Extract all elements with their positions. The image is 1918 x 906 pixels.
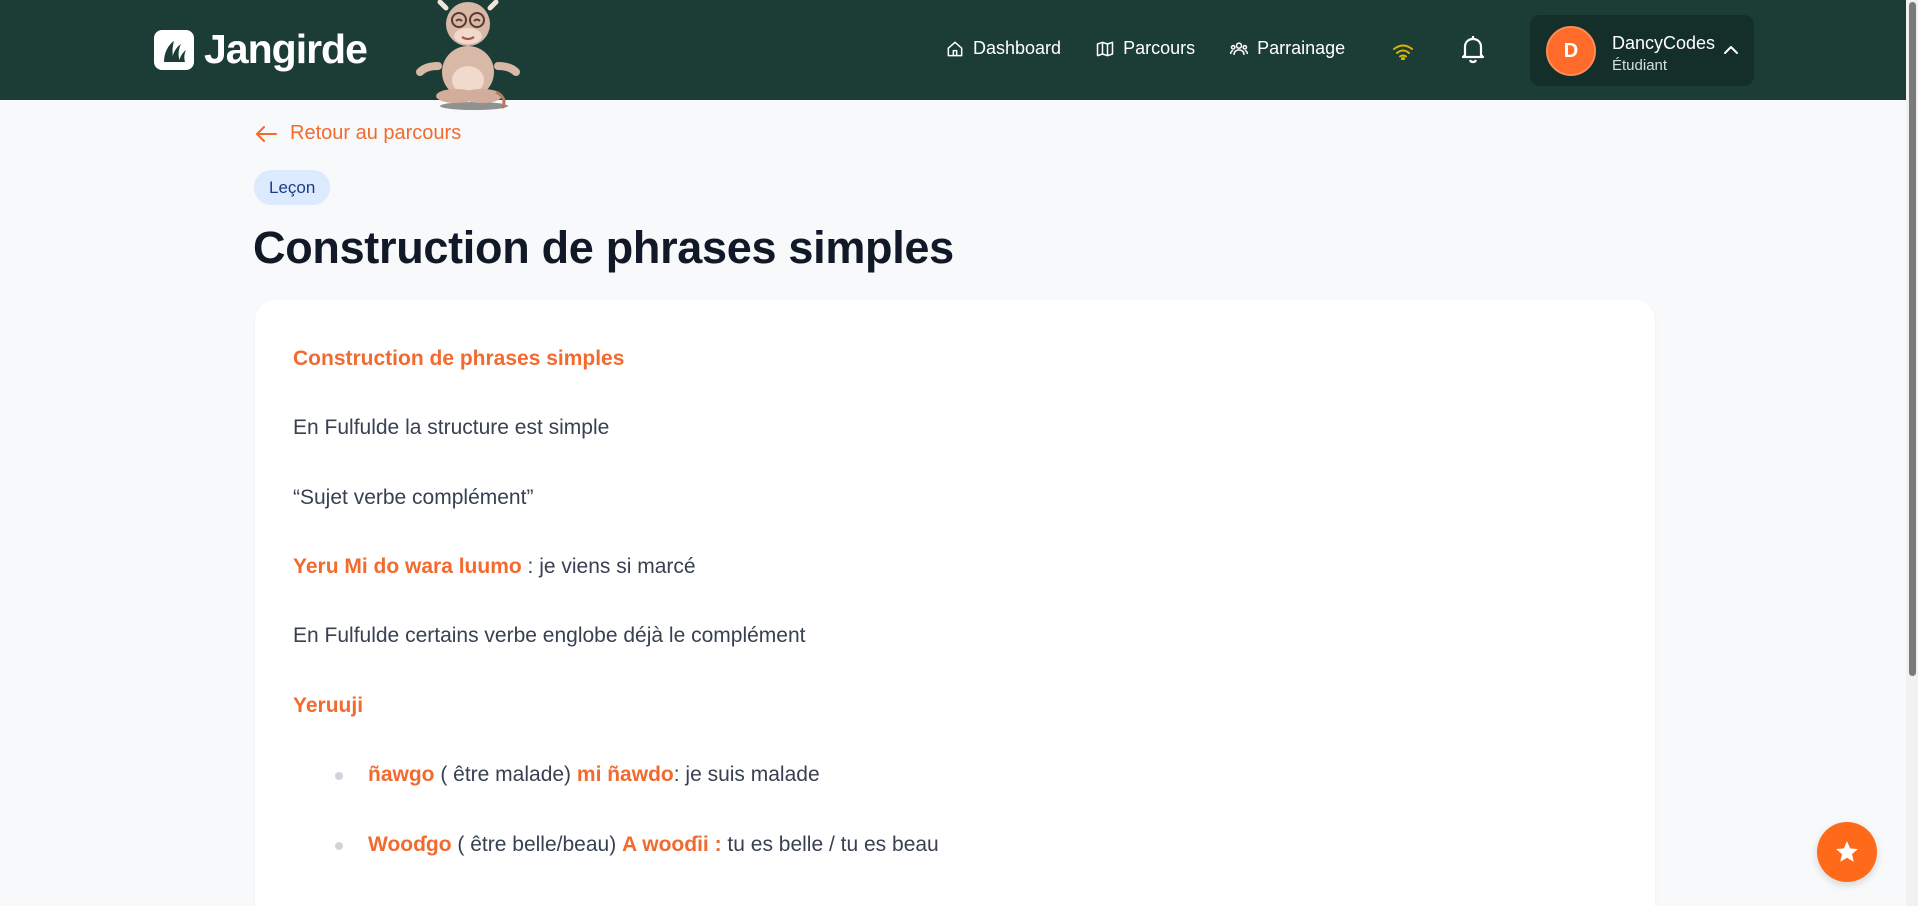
- wifi-signal-icon: [1392, 44, 1414, 65]
- nav-dashboard-label: Dashboard: [973, 38, 1062, 58]
- lesson-heading: Construction de phrases simples: [293, 347, 625, 370]
- list-item: ñawgo ( être malade) mi ñawdo: je suis m…: [368, 763, 820, 787]
- lesson-paragraph: “Sujet verbe complément”: [293, 486, 534, 509]
- map-icon: [1096, 41, 1114, 56]
- example-translation: : je viens si marcé: [521, 555, 696, 578]
- user-role: Étudiant: [1612, 57, 1668, 74]
- favorite-button[interactable]: [1817, 822, 1877, 882]
- lesson-type-badge: Leçon: [254, 170, 331, 205]
- star-icon: [1836, 841, 1858, 862]
- user-menu[interactable]: D DancyCodes Étudiant: [1530, 15, 1754, 86]
- home-icon: [947, 41, 963, 56]
- bullet-icon: [335, 842, 343, 850]
- vocab-example: A wooɗii :: [622, 833, 722, 856]
- chevron-up-icon: [1722, 41, 1740, 64]
- top-navbar: Jangirde Dashboard Parcours Parrainage D…: [0, 0, 1906, 110]
- bell-icon[interactable]: [1459, 34, 1487, 69]
- main-nav: Dashboard Parcours Parrainage: [945, 38, 1345, 59]
- arrow-left-icon: [256, 125, 277, 142]
- leaf-logo-icon: [154, 29, 194, 70]
- lesson-subheading: Yeruuji: [293, 694, 364, 717]
- lesson-paragraph: En Fulfulde la structure est simple: [293, 416, 610, 439]
- user-name: DancyCodes: [1612, 33, 1716, 53]
- vocab-meaning: ( être belle/beau): [451, 833, 623, 856]
- back-link-label: Retour au parcours: [290, 122, 462, 144]
- page-title: Construction de phrases simples: [253, 222, 954, 273]
- nav-parcours-label: Parcours: [1123, 38, 1196, 58]
- vocab-translation: tu es belle / tu es beau: [721, 833, 939, 856]
- back-to-course-link[interactable]: Retour au parcours: [254, 122, 461, 145]
- list-item: Wooɗgo ( être belle/beau) A wooɗii : tu …: [368, 833, 939, 857]
- users-icon: [1230, 41, 1249, 55]
- nav-dashboard[interactable]: Dashboard: [945, 38, 1061, 59]
- avatar: D: [1546, 26, 1596, 76]
- brand-logo[interactable]: Jangirde: [154, 26, 368, 73]
- vocab-example: mi ñawdo: [576, 763, 674, 786]
- example-term: Yeru Mi do wara luumo: [293, 555, 522, 578]
- scrollbar-thumb[interactable]: [1909, 2, 1916, 676]
- vocab-translation: : je suis malade: [673, 763, 820, 786]
- nav-parrainage-label: Parrainage: [1257, 38, 1346, 58]
- vocab-term: ñawgo: [368, 763, 435, 786]
- bullet-icon: [335, 772, 343, 780]
- vocab-meaning: ( être malade): [434, 763, 577, 786]
- vocab-term: Wooɗgo: [368, 833, 452, 856]
- brand-name: Jangirde: [204, 26, 368, 72]
- cow-mascot-icon: [412, 0, 532, 117]
- nav-parrainage[interactable]: Parrainage: [1229, 38, 1345, 59]
- nav-parcours[interactable]: Parcours: [1095, 38, 1195, 59]
- lesson-example: Yeru Mi do wara luumo : je viens si marc…: [293, 555, 696, 579]
- lesson-paragraph: En Fulfulde certains verbe englobe déjà …: [293, 624, 806, 647]
- lesson-card: [255, 300, 1655, 906]
